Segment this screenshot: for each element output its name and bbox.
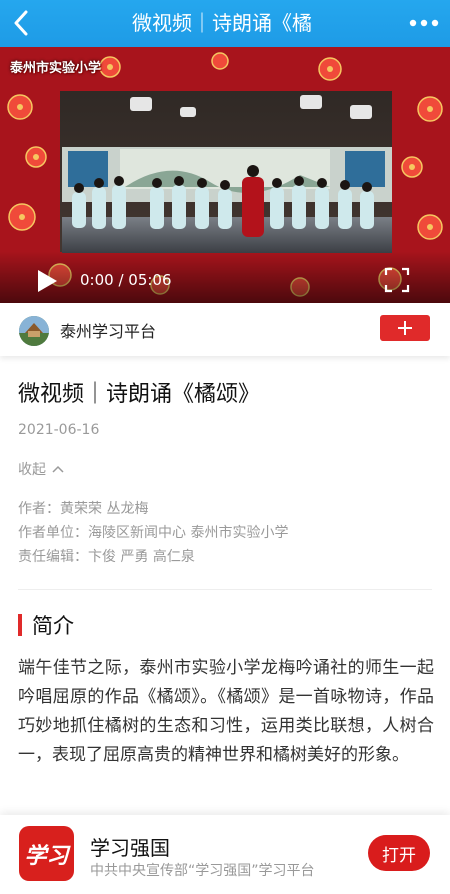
play-icon [38,270,57,292]
article-author: 作者：黄荣荣 丛龙梅 [18,501,149,517]
more-button[interactable] [406,6,442,40]
open-app-button[interactable]: 打开 [368,835,430,871]
article-author-unit: 作者单位：海陵区新闻中心 泰州市实验小学 [18,525,289,541]
page-title: 微视频｜诗朗诵《橘 [132,11,312,35]
avatar[interactable] [19,316,49,346]
app-description: 中共中央宣传部“学习强国”学习平台 [90,863,315,879]
video-watermark: 泰州市实验小学 [10,61,102,76]
video-time: 0:00 / 05:06 [80,271,172,289]
video-controls: 0:00 / 05:06 [0,251,450,303]
collapse-button[interactable]: 收起 [18,459,64,479]
avatar-image [19,316,49,346]
video-player[interactable]: 泰州市实验小学 0:00 / 05:06 [0,47,450,303]
article-date: 2021-06-16 [18,422,100,438]
summary-header: 简介 [18,611,74,639]
divider [18,589,432,590]
app-logo: 学习 [19,826,74,881]
top-bar: 微视频｜诗朗诵《橘 [0,0,450,47]
publisher-name[interactable]: 泰州学习平台 [60,318,156,342]
summary-text: 端午佳节之际，泰州市实验小学龙梅吟诵社的师生一起吟唱屈原的作品《橘颂》。《橘颂》… [18,658,434,765]
article-editor: 责任编辑：卞俊 严勇 高仁泉 [18,549,195,565]
publisher-row: 泰州学习平台 [0,303,450,356]
section-marker [18,614,22,636]
fullscreen-button[interactable] [384,267,410,293]
play-button[interactable] [34,267,60,295]
summary-heading: 简介 [32,614,74,638]
plus-icon [398,321,412,335]
more-dots-icon [409,19,439,27]
app-name: 学习强国 [90,836,170,860]
chevron-left-icon [14,10,28,36]
fullscreen-icon [384,267,410,293]
app-download-banner: 学习 学习强国 中共中央宣传部“学习强国”学习平台 打开 [0,815,450,894]
collapse-label: 收起 [18,462,46,478]
chevron-up-icon [52,465,64,473]
back-button[interactable] [6,4,36,42]
article-title: 微视频｜诗朗诵《橘颂》 [18,382,261,407]
follow-button[interactable] [380,315,430,341]
